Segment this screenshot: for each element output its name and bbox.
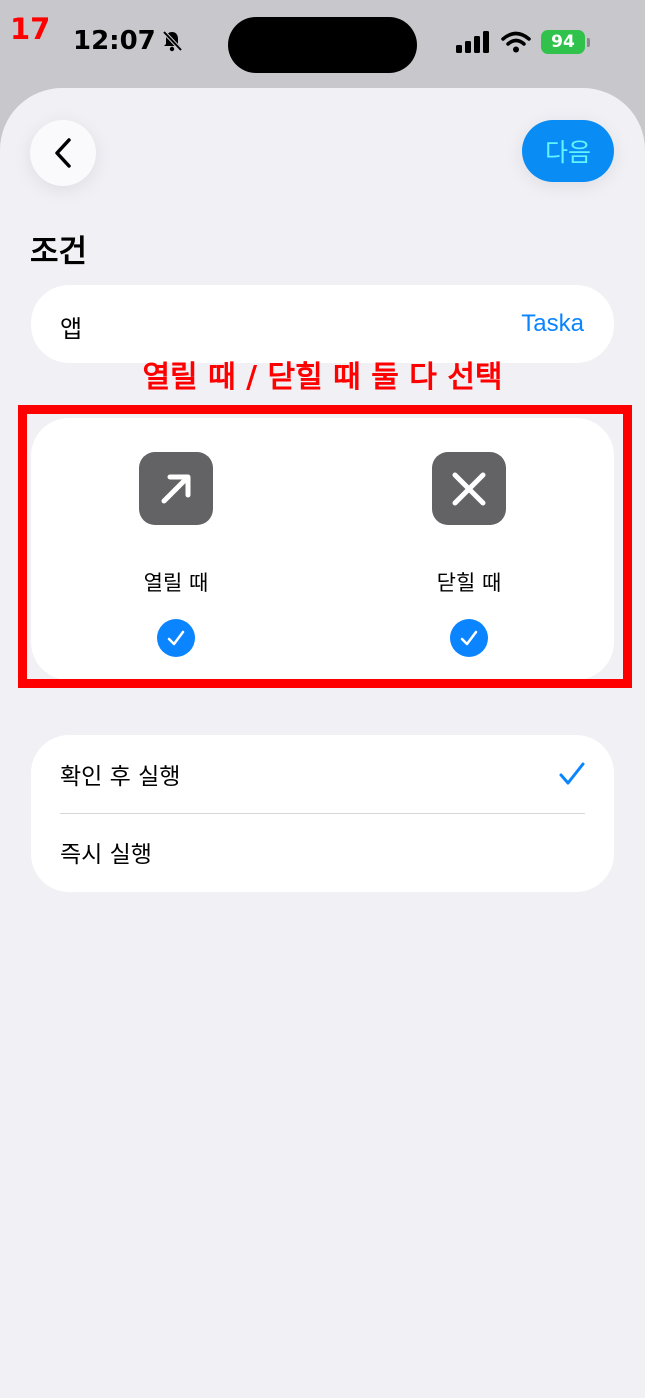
dynamic-island [228, 17, 417, 73]
status-icons: 94 [456, 30, 590, 54]
app-row-label: 앱 [60, 315, 83, 343]
run-option-confirm[interactable]: 확인 후 실행 [60, 735, 585, 813]
status-time: 12:07 [73, 26, 183, 56]
run-option-confirm-label: 확인 후 실행 [60, 764, 181, 790]
wifi-icon [501, 31, 531, 53]
battery-level: 94 [551, 32, 575, 52]
annotation-highlight-box [18, 405, 632, 688]
battery-icon: 94 [541, 30, 585, 54]
section-title: 조건 [30, 234, 88, 270]
annotation-text: 열릴 때 / 닫힐 때 둘 다 선택 [142, 360, 503, 395]
checkmark-icon [559, 762, 585, 785]
screen: 17 12:07 94 다음 조건 앱 Taska 열릴 때 / 닫힐 때 둘 … [0, 0, 645, 1398]
bell-slash-icon [162, 30, 183, 52]
run-option-immediate[interactable]: 즉시 실행 [60, 813, 585, 891]
step-number-annotation: 17 [10, 12, 51, 46]
run-option-immediate-label: 즉시 실행 [60, 842, 152, 868]
battery-nub [587, 37, 590, 47]
back-button[interactable] [30, 120, 96, 186]
signal-icon [456, 31, 489, 53]
chevron-left-icon [55, 138, 71, 168]
app-row-value: Taska [521, 310, 584, 337]
next-button[interactable]: 다음 [522, 120, 614, 182]
status-time-text: 12:07 [73, 26, 156, 56]
run-mode-card: 확인 후 실행 즉시 실행 [31, 735, 614, 892]
